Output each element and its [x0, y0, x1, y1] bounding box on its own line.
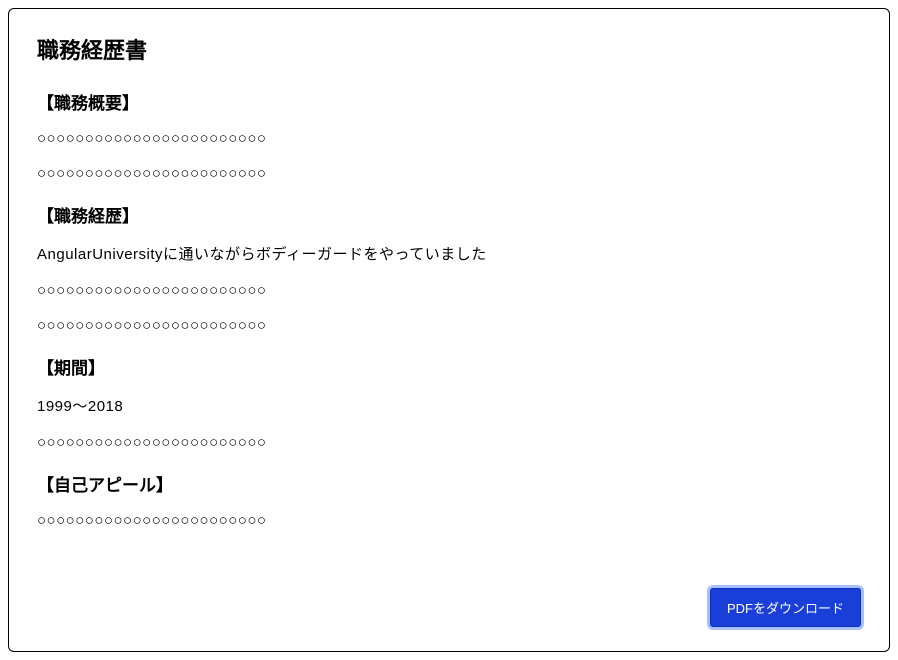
page-title: 職務経歴書	[37, 33, 861, 65]
download-pdf-button[interactable]: PDFをダウンロード	[710, 588, 861, 627]
history-line-2: ○○○○○○○○○○○○○○○○○○○○○○○○	[37, 282, 861, 299]
document-container: 職務経歴書 【職務概要】 ○○○○○○○○○○○○○○○○○○○○○○○○ ○○…	[8, 8, 890, 652]
history-line-1: AngularUniversityに通いながらボディーガードをやっていました	[37, 243, 861, 264]
overview-line-1: ○○○○○○○○○○○○○○○○○○○○○○○○	[37, 130, 861, 147]
section-heading-history: 【職務経歴】	[37, 202, 861, 227]
history-line-3: ○○○○○○○○○○○○○○○○○○○○○○○○	[37, 317, 861, 334]
section-heading-overview: 【職務概要】	[37, 89, 861, 114]
section-heading-appeal: 【自己アピール】	[37, 471, 861, 496]
appeal-line-1: ○○○○○○○○○○○○○○○○○○○○○○○○	[37, 512, 861, 529]
period-line-1: 1999〜2018	[37, 395, 861, 416]
period-line-2: ○○○○○○○○○○○○○○○○○○○○○○○○	[37, 434, 861, 451]
overview-line-2: ○○○○○○○○○○○○○○○○○○○○○○○○	[37, 165, 861, 182]
section-heading-period: 【期間】	[37, 354, 861, 379]
